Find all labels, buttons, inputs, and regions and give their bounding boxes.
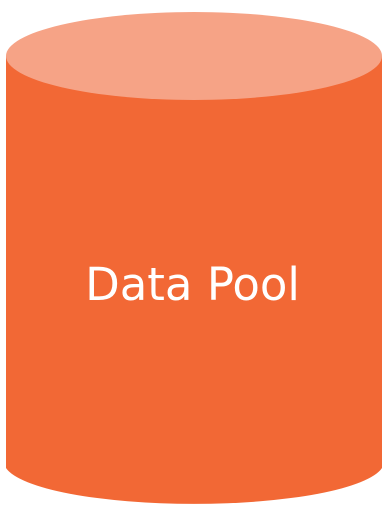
cylinder-label: Data Pool xyxy=(85,258,300,311)
diagram-canvas: Data Pool xyxy=(0,0,385,509)
cylinder-top xyxy=(6,12,382,100)
database-cylinder xyxy=(6,12,382,504)
